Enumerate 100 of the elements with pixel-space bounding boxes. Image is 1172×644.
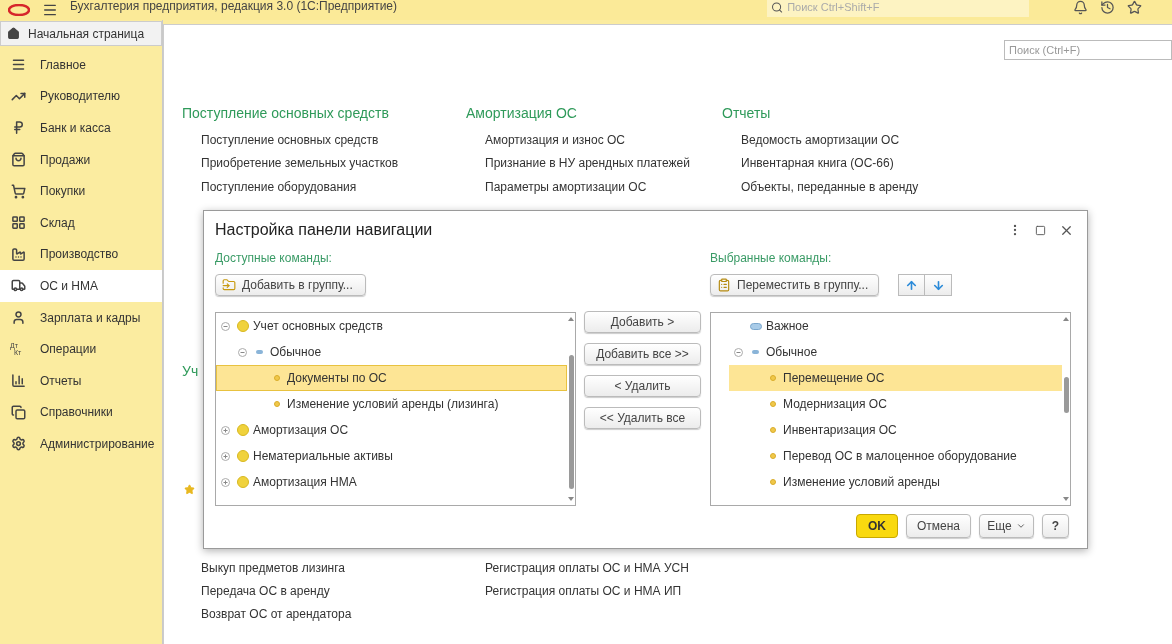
- factory-icon: [10, 246, 26, 262]
- tree-item-label: Нематериальные активы: [253, 448, 393, 465]
- scrollbar-thumb[interactable]: [1063, 377, 1069, 413]
- home-icon: [7, 27, 20, 40]
- tree-item-label: Инвентаризация ОС: [783, 422, 897, 439]
- tree-row[interactable]: Изменение условий аренды: [729, 469, 1062, 495]
- window-title: Бухгалтерия предприятия, редакция 3.0 (1С:Предприятие): [70, 0, 398, 15]
- cancel-button[interactable]: Отмена: [906, 514, 971, 538]
- page-link[interactable]: Приобретение земельных участков: [201, 152, 399, 176]
- person-icon: [10, 310, 26, 326]
- scroll-down-icon[interactable]: [568, 497, 574, 501]
- collapse-icon[interactable]: [221, 321, 230, 331]
- sidebar-item[interactable]: Руководителю: [0, 80, 162, 113]
- transfer-button[interactable]: < Удалить: [584, 375, 701, 397]
- tree-item-label: Учет основных средств: [253, 318, 383, 335]
- page-link[interactable]: Регистрация оплаты ОС и НМА ИП: [485, 580, 682, 604]
- tree-row[interactable]: Амортизация ОС: [216, 417, 567, 443]
- transfer-button[interactable]: << Удалить все: [584, 407, 701, 429]
- ok-button[interactable]: OK: [856, 514, 898, 538]
- sidebar-item[interactable]: Справочники: [0, 396, 162, 429]
- tree-item-label: Изменение условий аренды: [783, 474, 940, 491]
- tree-row[interactable]: Обычное: [729, 339, 1062, 365]
- tree-row[interactable]: Важное: [729, 313, 1062, 339]
- tree-row[interactable]: Учет основных средств: [216, 313, 567, 339]
- arrow-up-icon: [905, 278, 918, 292]
- home-tab[interactable]: Начальная страница: [0, 21, 162, 46]
- arrow-down-icon: [931, 278, 945, 292]
- dash-icon: [256, 350, 263, 354]
- page-link[interactable]: Амортизация и износ ОС: [485, 129, 625, 153]
- page-link[interactable]: Передача ОС в аренду: [201, 580, 330, 604]
- expand-icon[interactable]: [221, 477, 230, 487]
- tree-row[interactable]: Перевод ОС в малоценное оборудование: [729, 443, 1062, 469]
- tree-row[interactable]: Изменение условий аренды (лизинга): [216, 391, 567, 417]
- grid-icon: [10, 215, 26, 231]
- tree-item-label: Перемещение ОС: [783, 370, 885, 387]
- panel-label: Выбранные команды:: [710, 250, 833, 267]
- page-link[interactable]: Поступление оборудования: [201, 175, 357, 199]
- sidebar-item[interactable]: Покупки: [0, 175, 162, 207]
- tree-row[interactable]: Документы по ОС: [216, 365, 567, 391]
- page-link[interactable]: Объекты, переданные в аренду: [741, 175, 919, 199]
- history-icon[interactable]: [1100, 0, 1115, 15]
- transfer-button[interactable]: Добавить >: [584, 311, 701, 333]
- tree-row[interactable]: Нематериальные активы: [216, 443, 567, 469]
- expand-icon[interactable]: [221, 451, 230, 461]
- sidebar-item[interactable]: Главное: [0, 49, 162, 81]
- tree-row[interactable]: Инвентаризация ОС: [729, 417, 1062, 443]
- scroll-up-icon[interactable]: [568, 317, 574, 321]
- tree-item-label: Амортизация НМА: [253, 474, 357, 491]
- panel-label: Доступные команды:: [215, 250, 333, 267]
- scrollbar-thumb[interactable]: [568, 355, 574, 489]
- help-button[interactable]: ?: [1042, 514, 1069, 538]
- sidebar-item[interactable]: Отчеты: [0, 364, 162, 397]
- collapse-icon[interactable]: [734, 347, 743, 357]
- page-link[interactable]: Параметры амортизации ОС: [485, 175, 647, 199]
- scroll-up-icon[interactable]: [1063, 317, 1069, 321]
- tree-row[interactable]: Модернизация ОС: [729, 391, 1062, 417]
- sidebar-item[interactable]: Администрирование: [0, 428, 162, 460]
- page-link[interactable]: Ведомость амортизации ОС: [741, 129, 900, 153]
- section-heading: Отчеты: [722, 104, 772, 123]
- page-link[interactable]: Выкуп предметов лизинга: [201, 556, 346, 581]
- move-to-group-button[interactable]: Переместить в группу...: [710, 274, 879, 296]
- sidebar-item[interactable]: Банк и касса: [0, 112, 162, 144]
- tree-row[interactable]: Обычное: [216, 339, 567, 365]
- page-link[interactable]: Поступление основных средств: [201, 129, 379, 153]
- cart-icon: [10, 183, 26, 199]
- sidebar-item[interactable]: ОС и НМА: [0, 270, 162, 302]
- search-icon: [771, 0, 784, 14]
- folder-icon: [222, 278, 236, 292]
- tree-item-label: Перевод ОС в малоценное оборудование: [783, 448, 1017, 465]
- page-link[interactable]: Признание в НУ арендных платежей: [485, 152, 690, 176]
- move-down-button[interactable]: [925, 274, 952, 296]
- tree-item-label: Обычное: [766, 344, 818, 361]
- tree-row[interactable]: Перемещение ОС: [729, 365, 1062, 391]
- expand-icon[interactable]: [221, 425, 230, 435]
- sidebar-item[interactable]: Продажи: [0, 143, 162, 176]
- add-to-group-button[interactable]: Добавить в группу...: [215, 274, 366, 296]
- maximize-icon[interactable]: [1035, 224, 1046, 236]
- collapse-icon[interactable]: [238, 347, 247, 357]
- section-heading: Амортизация ОС: [466, 104, 578, 123]
- page-link[interactable]: Регистрация оплаты ОС и НМА УСН: [485, 556, 689, 581]
- bar-icon: [749, 322, 762, 330]
- sidebar-item[interactable]: Зарплата и кадры: [0, 301, 162, 334]
- scroll-down-icon[interactable]: [1063, 497, 1069, 501]
- move-up-button[interactable]: [898, 274, 925, 296]
- section-heading: Поступление основных средств: [182, 104, 390, 123]
- tree-row[interactable]: Амортизация НМА: [216, 469, 567, 495]
- tree-item-label: Изменение условий аренды (лизинга): [287, 396, 499, 413]
- page-link[interactable]: Возврат ОС от арендатора: [201, 603, 352, 627]
- sidebar-item[interactable]: Склад: [0, 206, 162, 239]
- favorites-icon[interactable]: [1127, 0, 1142, 15]
- menu-icon[interactable]: [42, 2, 58, 18]
- transfer-button[interactable]: Добавить все >>: [584, 343, 701, 365]
- page-link[interactable]: Инвентарная книга (ОС-66): [741, 152, 894, 176]
- more-button[interactable]: Еще: [979, 514, 1034, 538]
- page-search-field[interactable]: Поиск (Ctrl+F): [1004, 40, 1172, 60]
- dash-icon: [752, 350, 759, 354]
- bag-icon: [10, 152, 26, 168]
- gear-icon: [10, 436, 26, 452]
- sidebar-item[interactable]: Производство: [0, 238, 162, 271]
- bell-icon[interactable]: [1073, 0, 1088, 15]
